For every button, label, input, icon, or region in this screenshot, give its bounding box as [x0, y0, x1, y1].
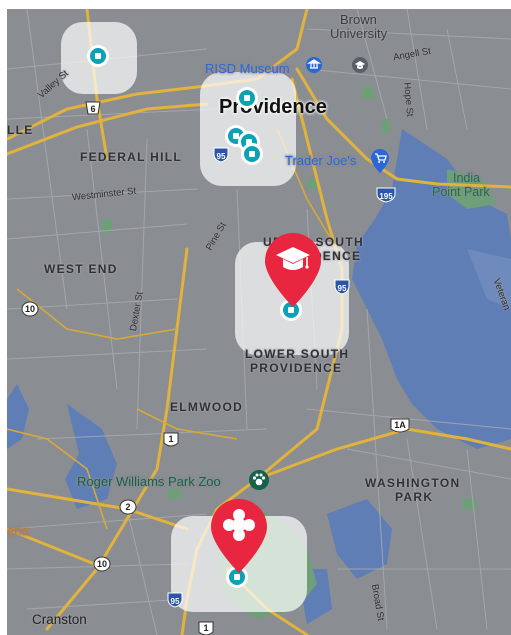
- zoo-paw-icon[interactable]: [248, 469, 270, 491]
- square-dot-icon: [246, 139, 252, 145]
- label-brown-1: Brown: [340, 12, 377, 27]
- label-west-end: WEST END: [44, 262, 118, 276]
- health-pin[interactable]: [209, 497, 269, 575]
- us-1a-label: 1A: [394, 420, 406, 430]
- i95-label-b: 95: [337, 284, 347, 293]
- square-dot-icon: [233, 133, 239, 139]
- location-marker-valley[interactable]: [87, 45, 109, 67]
- route-10-label-a: 10: [24, 304, 35, 314]
- label-elmwood: ELMWOOD: [170, 400, 244, 414]
- square-dot-icon: [244, 95, 250, 101]
- label-lower-south-1: LOWER SOUTH: [245, 347, 350, 361]
- i95-label-a: 95: [216, 152, 226, 161]
- university-icon[interactable]: [351, 56, 369, 74]
- label-federal-hill: FEDERAL HILL: [80, 150, 183, 164]
- square-dot-icon: [95, 53, 101, 59]
- i95-label-c: 95: [170, 597, 180, 606]
- map-canvas[interactable]: 95 95 95 195 6 10 10 2 1 1 1A LLE FEDERA…: [7, 9, 511, 635]
- label-brown-2: University: [330, 26, 388, 41]
- label-lle: LLE: [7, 123, 34, 137]
- us-1-label-a: 1: [168, 434, 174, 444]
- shopping-cart-icon[interactable]: [370, 149, 390, 175]
- label-roger-williams-zoo[interactable]: Roger Williams Park Zoo: [77, 474, 221, 489]
- label-risd-museum[interactable]: RISD Museum: [205, 61, 290, 76]
- i195-label: 195: [379, 192, 393, 201]
- label-washington-park-1: WASHINGTON: [365, 476, 461, 490]
- route-6-label: 6: [90, 104, 96, 114]
- square-dot-icon: [249, 151, 255, 157]
- us-1-label-b: 1: [203, 623, 209, 633]
- route-10-label-b: 10: [96, 559, 107, 569]
- label-eria: eria: [7, 523, 29, 538]
- label-trader-joes[interactable]: Trader Joe's: [285, 153, 356, 168]
- square-dot-icon: [234, 574, 240, 580]
- museum-icon[interactable]: [305, 56, 323, 74]
- label-india-point-1: India: [453, 171, 481, 185]
- location-marker-downtown-3[interactable]: [241, 143, 263, 165]
- label-cranston: Cranston: [32, 612, 87, 627]
- label-washington-park-2: PARK: [395, 490, 434, 504]
- square-dot-icon: [288, 307, 294, 313]
- school-pin[interactable]: [263, 231, 323, 309]
- route-2-label: 2: [125, 502, 131, 512]
- map-screenshot: 95 95 95 195 6 10 10 2 1 1 1A LLE FEDERA…: [0, 0, 511, 635]
- label-india-point-2: Point Park: [432, 185, 490, 199]
- location-marker-risd[interactable]: [236, 87, 258, 109]
- label-lower-south-2: PROVIDENCE: [250, 361, 343, 375]
